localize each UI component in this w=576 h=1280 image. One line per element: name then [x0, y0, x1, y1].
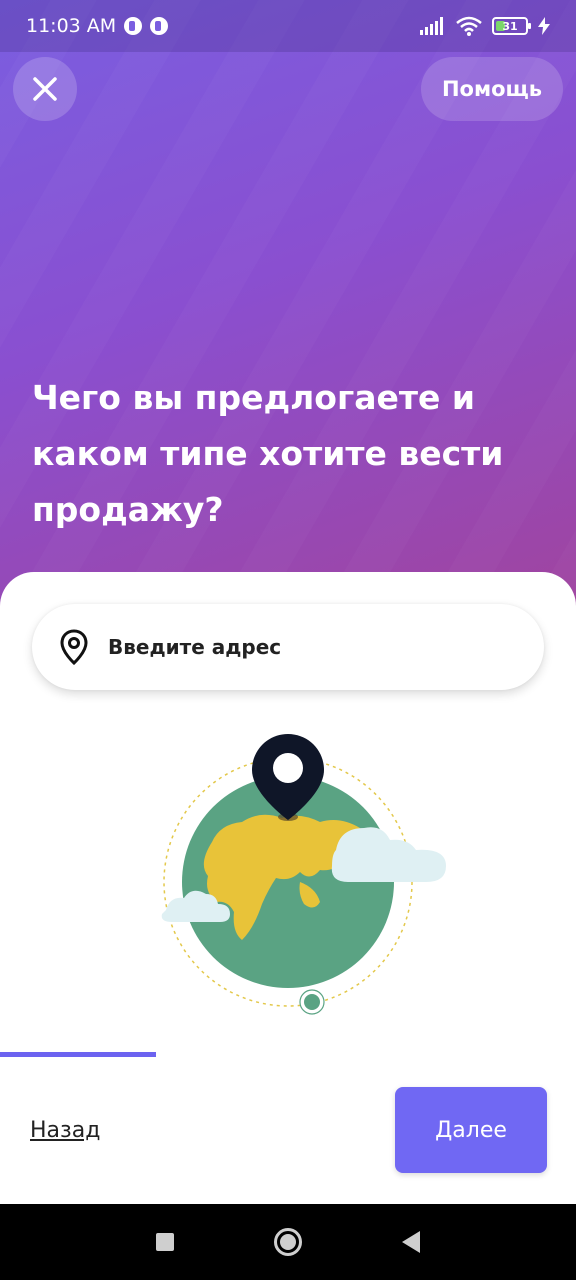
- status-time: 11:03 AM: [26, 15, 117, 37]
- title-line: продажу?: [32, 490, 224, 529]
- progress-fill: [0, 1052, 156, 1057]
- next-button[interactable]: Далее: [395, 1087, 547, 1173]
- back-link[interactable]: Назад: [30, 1118, 100, 1143]
- charging-icon: [538, 17, 550, 35]
- back-icon[interactable]: [402, 1231, 420, 1253]
- title-line: Чего вы предлогаете и: [32, 378, 475, 417]
- notification-icon: [124, 17, 143, 35]
- address-placeholder: Введите адрес: [108, 635, 282, 659]
- globe-illustration: [161, 734, 446, 1015]
- help-button-label: Помощь: [441, 77, 543, 101]
- bottom-sheet: Введите адрес Назад Далее: [0, 572, 576, 1204]
- title-line: каком типе хотите вести: [32, 434, 504, 473]
- next-button-label: Далее: [435, 1117, 507, 1143]
- help-button[interactable]: Помощь: [421, 57, 563, 121]
- location-pin-icon: [60, 629, 88, 665]
- recent-apps-icon[interactable]: [156, 1233, 174, 1251]
- notification-icon: [150, 17, 169, 35]
- status-bar: 11:03 AM 31: [0, 0, 576, 52]
- progress-bar: [0, 1052, 576, 1057]
- battery-icon: 31: [492, 17, 531, 35]
- home-icon[interactable]: [274, 1228, 302, 1256]
- close-button[interactable]: [13, 57, 77, 121]
- signal-icon: [420, 17, 443, 35]
- wifi-icon: [456, 16, 482, 36]
- address-input[interactable]: Введите адрес: [32, 604, 544, 690]
- close-icon: [33, 77, 57, 101]
- page-title: Чего вы предлогаете и каком типе хотите …: [32, 370, 552, 538]
- system-nav-bar: [0, 1204, 576, 1280]
- battery-level: 31: [502, 19, 518, 33]
